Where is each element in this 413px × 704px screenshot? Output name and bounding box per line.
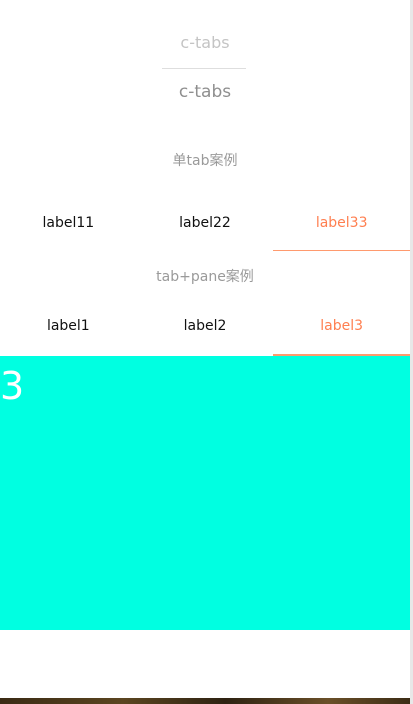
section-heading-tab-pane: tab+pane案例 xyxy=(156,269,254,285)
background-strip xyxy=(0,698,410,704)
tab-label22[interactable]: label22 xyxy=(137,199,274,251)
pane-content: 3 xyxy=(0,364,25,408)
page-title: c-tabs xyxy=(178,82,232,102)
tab-label1[interactable]: label1 xyxy=(0,308,137,356)
page-content: c-tabs c-tabs 单tab案例 label11 label22 lab… xyxy=(0,0,410,704)
tab-label3[interactable]: label3 xyxy=(273,308,410,356)
single-tab-bar: label11 label22 label33 xyxy=(0,199,410,251)
tab-label33[interactable]: label33 xyxy=(273,199,410,251)
pane-tab-bar: label1 label2 label3 xyxy=(0,308,410,356)
tab-label11[interactable]: label11 xyxy=(0,199,137,251)
title-divider xyxy=(162,68,246,69)
page-title-faded: c-tabs xyxy=(180,33,230,52)
section-heading-single-tab: 单tab案例 xyxy=(172,153,238,169)
tab-pane: 3 xyxy=(0,356,410,630)
tab-label2[interactable]: label2 xyxy=(137,308,274,356)
